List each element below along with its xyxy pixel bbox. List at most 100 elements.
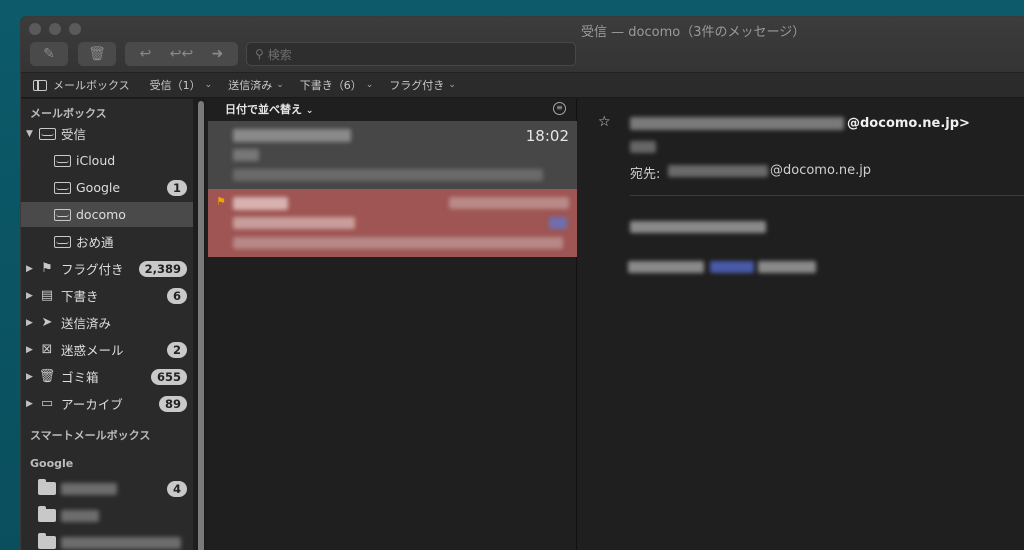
disclosure-closed-icon[interactable]: ▶ bbox=[26, 399, 38, 409]
sidebar-item-inbox[interactable]: ▼ 受信 bbox=[21, 121, 193, 146]
zoom-window-button[interactable] bbox=[69, 23, 81, 35]
disclosure-closed-icon[interactable]: ▶ bbox=[26, 264, 38, 274]
redacted-recipient bbox=[668, 165, 768, 177]
minimize-window-button[interactable] bbox=[49, 23, 61, 35]
fav-drafts[interactable]: 下書き（6） ⌄ bbox=[300, 77, 374, 93]
mailboxes-header: メールボックス bbox=[30, 107, 107, 120]
unread-badge: 1 bbox=[166, 179, 187, 196]
compose-button[interactable]: ✎ bbox=[30, 42, 68, 66]
sidebar-item-label: フラグ付き bbox=[61, 262, 124, 277]
sidebar-item-ometsu[interactable]: おめ通 bbox=[21, 229, 193, 254]
folder-icon bbox=[38, 506, 56, 523]
title-toolbar: 受信 — docomo（3件のメッセージ） ✎ 🗑 ↩ ↩↩ ➜ ⚲ 検索 bbox=[21, 17, 1024, 73]
reply-all-button[interactable]: ↩↩ bbox=[164, 46, 200, 62]
fav-label: 送信済み bbox=[228, 79, 273, 92]
sidebar-item-icloud[interactable]: iCloud bbox=[21, 148, 193, 173]
sidebar-item-flagged[interactable]: ▶ ⚑ フラグ付き 2,389 bbox=[21, 256, 193, 281]
star-icon[interactable]: ☆ bbox=[598, 114, 611, 130]
reply-button[interactable]: ↩ bbox=[128, 46, 164, 62]
redacted-body-line bbox=[628, 261, 704, 273]
sidebar-google-folder[interactable] bbox=[21, 503, 193, 528]
mail-window: 受信 — docomo（3件のメッセージ） ✎ 🗑 ↩ ↩↩ ➜ ⚲ 検索 メー… bbox=[20, 16, 1024, 550]
sidebar-item-trash[interactable]: ▶ 🗑 ゴミ箱 655 bbox=[21, 364, 193, 389]
chevron-down-icon: ⌄ bbox=[365, 80, 374, 90]
redacted-sender-name bbox=[630, 117, 844, 130]
folder-icon bbox=[38, 479, 56, 496]
message-preview: ☆ @docomo.ne.jp> 宛先: @docomo.ne.jp bbox=[578, 99, 1024, 550]
sidebar-item-junk[interactable]: ▶ ⊠ 迷惑メール 2 bbox=[21, 337, 193, 362]
count-badge: 4 bbox=[166, 480, 187, 497]
search-field[interactable]: ⚲ 検索 bbox=[246, 42, 576, 66]
sidebar-item-label: ゴミ箱 bbox=[61, 370, 99, 385]
google-header[interactable]: Google bbox=[30, 457, 73, 470]
flag-icon: ⚑ bbox=[216, 195, 226, 208]
count-badge: 655 bbox=[150, 368, 187, 385]
chevron-down-icon: ⌄ bbox=[448, 80, 456, 90]
redacted-folder-name bbox=[61, 536, 181, 549]
sidebar-item-label: 送信済み bbox=[61, 316, 112, 331]
redacted-preview bbox=[233, 237, 563, 249]
folder-icon bbox=[38, 533, 56, 550]
sidebar-item-google[interactable]: Google 1 bbox=[21, 175, 193, 200]
sidebar-item-label: おめ通 bbox=[76, 235, 114, 250]
compose-icon: ✎ bbox=[43, 46, 55, 62]
flag-icon: ⚑ bbox=[41, 261, 53, 276]
sidebar-item-sent[interactable]: ▶ ➤ 送信済み bbox=[21, 310, 193, 335]
recipient-address: @docomo.ne.jp bbox=[770, 163, 872, 178]
redacted-subject bbox=[233, 149, 259, 161]
paper-plane-icon: ➤ bbox=[41, 315, 53, 330]
fav-mailboxes[interactable]: メールボックス bbox=[33, 77, 130, 93]
sort-menu[interactable]: 日付で並べ替え ⌄ bbox=[225, 101, 313, 117]
fav-label: フラグ付き bbox=[389, 79, 445, 92]
to-label: 宛先: bbox=[630, 167, 661, 182]
redacted-body-line bbox=[630, 221, 766, 233]
reply-forward-group: ↩ ↩↩ ➜ bbox=[125, 42, 238, 66]
sidebar-toggle-icon bbox=[33, 79, 47, 91]
count-badge: 2 bbox=[166, 341, 187, 358]
disclosure-closed-icon[interactable]: ▶ bbox=[26, 372, 38, 382]
redacted-folder-name bbox=[61, 509, 99, 522]
sidebar-item-archive[interactable]: ▶ ▭ アーカイブ 89 bbox=[21, 391, 193, 416]
sidebar-item-docomo[interactable]: docomo bbox=[21, 202, 193, 227]
sidebar-item-label: 迷惑メール bbox=[61, 343, 124, 358]
sidebar-google-folder[interactable] bbox=[21, 530, 193, 550]
close-window-button[interactable] bbox=[29, 23, 41, 35]
redacted-link[interactable] bbox=[710, 261, 754, 273]
disclosure-closed-icon[interactable]: ▶ bbox=[26, 291, 38, 301]
favorites-bar: メールボックス 受信（1） ⌄ 送信済み ⌄ 下書き（6） ⌄ フラグ付き ⌄ bbox=[21, 73, 1024, 98]
inbox-icon bbox=[53, 154, 71, 168]
disclosure-closed-icon[interactable]: ▶ bbox=[26, 345, 38, 355]
count-badge: 6 bbox=[166, 287, 187, 304]
delete-button[interactable]: 🗑 bbox=[78, 42, 116, 66]
message-row-flagged[interactable]: ⚑ bbox=[208, 189, 577, 257]
message-time: 18:02 bbox=[525, 127, 569, 145]
sidebar-scrollbar[interactable] bbox=[197, 99, 205, 550]
sidebar-item-label: iCloud bbox=[76, 153, 116, 168]
inbox-icon bbox=[53, 235, 71, 249]
forward-button[interactable]: ➜ bbox=[200, 46, 236, 62]
fav-sent[interactable]: 送信済み ⌄ bbox=[228, 77, 284, 93]
filter-icon[interactable]: ≡ bbox=[553, 102, 566, 115]
sidebar-google-folder[interactable]: 4 bbox=[21, 476, 193, 501]
disclosure-closed-icon[interactable]: ▶ bbox=[26, 318, 38, 328]
sort-label: 日付で並べ替え bbox=[225, 103, 302, 116]
disclosure-open-icon[interactable]: ▼ bbox=[26, 129, 38, 139]
search-icon: ⚲ bbox=[255, 47, 264, 61]
redacted-folder-name bbox=[61, 482, 117, 495]
sidebar-item-drafts[interactable]: ▶ ▤ 下書き 6 bbox=[21, 283, 193, 308]
inbox-icon bbox=[53, 208, 71, 222]
message-row[interactable]: 18:02 bbox=[208, 121, 577, 189]
draft-icon: ▤ bbox=[40, 288, 54, 303]
redacted-date bbox=[449, 197, 569, 209]
count-badge: 89 bbox=[158, 395, 187, 412]
fav-inbox[interactable]: 受信（1） ⌄ bbox=[150, 77, 213, 93]
count-badge: 2,389 bbox=[138, 260, 187, 277]
sidebar-item-label: 下書き bbox=[61, 289, 99, 304]
inbox-icon bbox=[53, 181, 71, 195]
redacted-sender bbox=[233, 197, 288, 210]
fav-flagged[interactable]: フラグ付き ⌄ bbox=[389, 77, 456, 93]
message-list: 日付で並べ替え ⌄ ≡ 18:02 ⚑ bbox=[208, 99, 577, 550]
sidebar-item-label: docomo bbox=[76, 207, 126, 222]
smart-mailboxes-header[interactable]: スマートメールボックス bbox=[30, 427, 150, 443]
archive-icon: ▭ bbox=[40, 396, 54, 411]
